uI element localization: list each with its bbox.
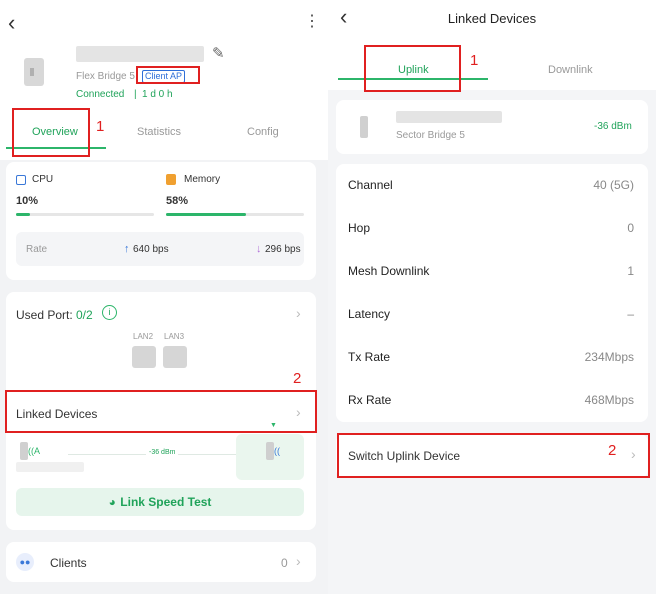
detail-row-tx-rate: Tx Rate 234Mbps [336, 336, 646, 379]
linked-devices-chevron-icon[interactable]: › [296, 404, 301, 420]
local-device-name-redacted [16, 462, 84, 472]
linked-devices-label[interactable]: Linked Devices [16, 407, 97, 421]
device-thumbnail-icon [24, 58, 44, 86]
page-title: Linked Devices [447, 11, 537, 26]
detail-key: Channel [348, 178, 393, 192]
uplink-device-model: Sector Bridge 5 [396, 130, 465, 141]
annotation-number-2: 2 [608, 442, 617, 459]
port-lan2-icon [132, 346, 156, 368]
link-speed-test-label: Link Speed Test [120, 495, 212, 509]
tab-config[interactable]: Config [247, 126, 279, 138]
download-rate: 296 bps [265, 244, 301, 255]
detail-value: 40 (5G) [593, 178, 634, 192]
active-tab-indicator [338, 78, 488, 80]
clients-row[interactable]: ●● Clients 0 › [6, 542, 316, 582]
device-model: Flex Bridge 5 [76, 71, 135, 82]
cpu-icon [16, 175, 26, 185]
status-separator: | [134, 89, 137, 100]
dropdown-marker-icon: ▼ [270, 422, 277, 429]
uplink-device-card[interactable]: Sector Bridge 5 -36 dBm [336, 100, 648, 154]
used-port-value: 0/2 [76, 308, 93, 322]
switch-uplink-device-button[interactable]: Switch Uplink Device › [336, 434, 648, 478]
memory-bar [166, 213, 304, 216]
local-device-icon: ((A [16, 442, 40, 464]
detail-key: Latency [348, 307, 391, 321]
uplink-details-card: Channel 40 (5G) Hop 0 Mesh Downlink 1 La… [336, 164, 648, 422]
link-signal: -36 dBm [146, 449, 179, 456]
active-tab-indicator [6, 147, 106, 149]
memory-label: Memory [184, 174, 221, 185]
cpu-label: CPU [32, 174, 54, 185]
uplink-device-icon [360, 116, 368, 138]
detail-value: 468Mbps [584, 393, 634, 407]
clients-label: Clients [50, 556, 87, 570]
detail-key: Mesh Downlink [348, 264, 430, 278]
detail-key: Tx Rate [348, 350, 391, 364]
detail-row-mesh-downlink: Mesh Downlink 1 [336, 250, 646, 293]
detail-value: 1 [627, 264, 634, 278]
rate-box: Rate ↑ 640 bps ↓ 296 bps [16, 232, 304, 266]
tab-uplink[interactable]: Uplink [398, 64, 429, 76]
link-speed-test-button[interactable]: ◕ Link Speed Test [16, 488, 304, 516]
used-port-chevron-icon[interactable]: › [296, 305, 301, 321]
detail-key: Hop [348, 221, 371, 235]
tab-downlink[interactable]: Downlink [548, 64, 593, 76]
resource-card: CPU 10% Memory 58% Rate ↑ 640 bps ↓ 296 … [6, 162, 316, 280]
detail-row-latency: Latency – [336, 293, 646, 336]
uplink-device-name-redacted [396, 111, 502, 123]
download-arrow-icon: ↓ [256, 243, 262, 255]
clients-icon: ●● [16, 553, 34, 571]
rate-label: Rate [26, 244, 48, 255]
linked-devices-pane: ‹ Linked Devices Uplink Downlink 1 Secto… [328, 0, 656, 594]
detail-row-hop: Hop 0 [336, 207, 646, 250]
switch-uplink-label: Switch Uplink Device [348, 449, 461, 463]
device-detail-pane: ‹ ⋮ ✎ Flex Bridge 5 Client AP Connected … [0, 0, 328, 594]
detail-row-channel: Channel 40 (5G) [336, 164, 646, 207]
clients-count: 0 [281, 556, 288, 570]
mode-badge: Client AP [142, 70, 186, 83]
uptime: 1 d 0 h [142, 89, 173, 100]
used-port-label: Used Port: [16, 308, 73, 322]
memory-icon [166, 174, 176, 185]
annotation-number-1: 1 [470, 52, 479, 69]
port-label-lan2: LAN2 [133, 332, 154, 341]
speed-gauge-icon: ◕ [108, 495, 116, 509]
ports-linked-card: Used Port: 0/2 i › LAN2 LAN3 Linked Devi… [6, 292, 316, 530]
annotation-number-2: 2 [293, 370, 302, 387]
tab-overview[interactable]: Overview [32, 126, 78, 138]
edit-name-icon[interactable]: ✎ [212, 44, 225, 62]
detail-value: 0 [627, 221, 634, 235]
info-icon[interactable]: i [102, 305, 117, 320]
upload-arrow-icon: ↑ [124, 243, 130, 255]
uplink-device-signal: -36 dBm [594, 121, 632, 132]
upload-rate: 640 bps [133, 244, 169, 255]
detail-key: Rx Rate [348, 393, 392, 407]
device-name-redacted [76, 46, 204, 62]
uplink-device-tile[interactable]: (( [236, 434, 304, 480]
cpu-value: 10% [16, 195, 39, 207]
tab-statistics[interactable]: Statistics [137, 126, 181, 138]
detail-row-rx-rate: Rx Rate 468Mbps [336, 379, 646, 422]
switch-uplink-chevron-icon: › [631, 446, 636, 462]
port-lan3-icon [163, 346, 187, 368]
connection-status: Connected [76, 89, 125, 100]
memory-value: 58% [166, 195, 189, 207]
more-options-icon[interactable]: ⋮ [304, 14, 320, 30]
cpu-bar [16, 213, 154, 216]
port-label-lan3: LAN3 [164, 332, 185, 341]
back-arrow-icon[interactable]: ‹ [8, 12, 15, 34]
detail-value: 234Mbps [584, 350, 634, 364]
clients-chevron-icon: › [296, 553, 301, 569]
detail-value: – [627, 307, 634, 321]
annotation-number-1: 1 [96, 118, 105, 135]
